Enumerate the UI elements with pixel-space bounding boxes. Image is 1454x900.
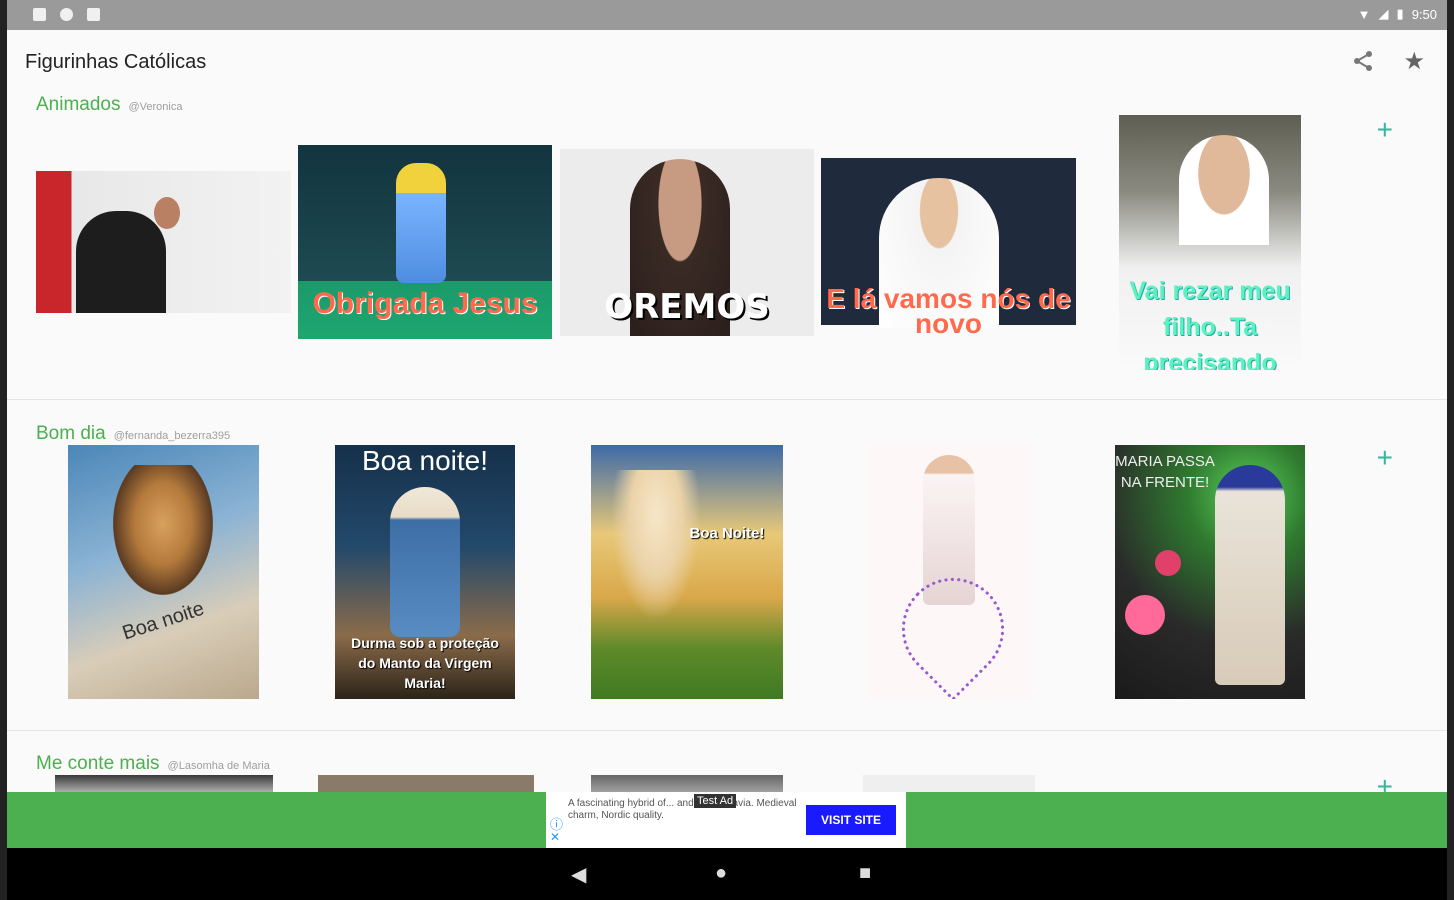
sticker-virgin-boa-noite[interactable]: Boa noite! Durma sob a proteção do Manto… bbox=[335, 445, 515, 699]
star-icon[interactable]: ★ bbox=[1403, 47, 1425, 76]
sticker-thumb[interactable] bbox=[863, 775, 1035, 792]
sticker-pope-pray[interactable]: E lá vamos nós de novo bbox=[821, 158, 1076, 348]
sticker-caption: Boa noite! bbox=[361, 445, 489, 476]
sticker-thumb[interactable] bbox=[55, 775, 273, 792]
sticker-thumb[interactable] bbox=[318, 775, 534, 792]
ad-banner-bar: ⓘ ✕ A fascinating hybrid of... and Scand… bbox=[7, 792, 1447, 848]
sticker-maria-passa[interactable]: MARIA PASSA NA FRENTE! bbox=[1115, 445, 1305, 699]
system-nav-bar: ◀ ● ■ bbox=[7, 848, 1447, 900]
close-icon[interactable]: ✕ bbox=[550, 830, 560, 844]
sticker-pack-me-conte-mais[interactable]: Me conte mais @Lasomha de Maria + bbox=[7, 731, 1447, 792]
sticker-caption: MARIA PASSA NA FRENTE! bbox=[1115, 453, 1215, 491]
ad-banner[interactable]: ⓘ ✕ A fascinating hybrid of... and Scand… bbox=[546, 792, 906, 848]
app-bar: Figurinhas Católicas ★ bbox=[7, 30, 1447, 92]
test-ad-badge: Test Ad bbox=[694, 794, 737, 808]
pack-author: @fernanda_bezerra395 bbox=[113, 430, 231, 442]
pack-name: Bom dia bbox=[36, 423, 106, 444]
device-frame-right bbox=[1447, 0, 1454, 900]
pack-name: Me conte mais bbox=[36, 753, 160, 774]
add-pack-button[interactable]: + bbox=[1377, 771, 1393, 792]
sticker-jesus-boa-noite[interactable]: Boa noite bbox=[68, 445, 259, 699]
sticker-caption-2: Durma sob a proteção do Manto da Virgem … bbox=[351, 635, 499, 691]
notification-icon bbox=[33, 8, 46, 21]
home-icon[interactable]: ● bbox=[715, 862, 727, 885]
pack-author: @Veronica bbox=[128, 101, 183, 113]
sync-icon bbox=[60, 8, 73, 21]
sticker-mary-boa-noite[interactable]: Boa Noite! bbox=[591, 445, 783, 699]
sticker-thumb[interactable] bbox=[591, 775, 783, 792]
sticker-pope-pray-son[interactable]: Vai rezar meu filho..Ta precisando bbox=[1119, 115, 1301, 370]
app-content: Figurinhas Católicas ★ Animados @Veronic… bbox=[7, 30, 1447, 792]
sticker-oremos[interactable]: OREMOS bbox=[560, 149, 814, 336]
page-title: Figurinhas Católicas bbox=[25, 51, 207, 73]
sticker-caption: E lá vamos nós de novo bbox=[826, 283, 1071, 339]
visit-site-button[interactable]: VISIT SITE bbox=[806, 805, 896, 835]
add-pack-button[interactable]: + bbox=[1377, 442, 1393, 474]
status-bar: ▼ ◢ ▮ 9:50 bbox=[7, 0, 1447, 30]
signal-icon: ◢ bbox=[1378, 6, 1389, 21]
ad-text: A fascinating hybrid of... and Scandinav… bbox=[568, 798, 797, 821]
sticker-caption: Obrigada Jesus bbox=[312, 287, 538, 320]
status-time: 9:50 bbox=[1411, 6, 1437, 22]
add-pack-button[interactable]: + bbox=[1377, 114, 1393, 146]
sticker-priest[interactable] bbox=[36, 171, 291, 313]
battery-icon: ▮ bbox=[1396, 6, 1404, 21]
sticker-pack-animados[interactable]: Animados @Veronica + Obrigada Jesus OREM… bbox=[7, 92, 1447, 400]
sticker-caption: Vai rezar meu filho..Ta precisando bbox=[1129, 277, 1291, 370]
pack-name: Animados bbox=[36, 94, 121, 115]
share-icon[interactable] bbox=[1351, 49, 1375, 73]
wifi-icon: ▼ bbox=[1357, 6, 1371, 22]
device-frame-left bbox=[0, 0, 7, 900]
sticker-mary-heart[interactable] bbox=[867, 445, 1031, 699]
sticker-caption: Boa Noite! bbox=[689, 525, 765, 542]
pack-author: @Lasomha de Maria bbox=[167, 760, 270, 772]
sticker-pack-bom-dia[interactable]: Bom dia @fernanda_bezerra395 + Boa noite… bbox=[7, 400, 1447, 731]
sticker-alice[interactable]: Obrigada Jesus bbox=[298, 145, 552, 339]
sd-card-icon bbox=[87, 8, 100, 21]
recents-icon[interactable]: ■ bbox=[859, 862, 871, 885]
sticker-caption: OREMOS bbox=[604, 287, 770, 327]
back-icon[interactable]: ◀ bbox=[571, 862, 586, 887]
